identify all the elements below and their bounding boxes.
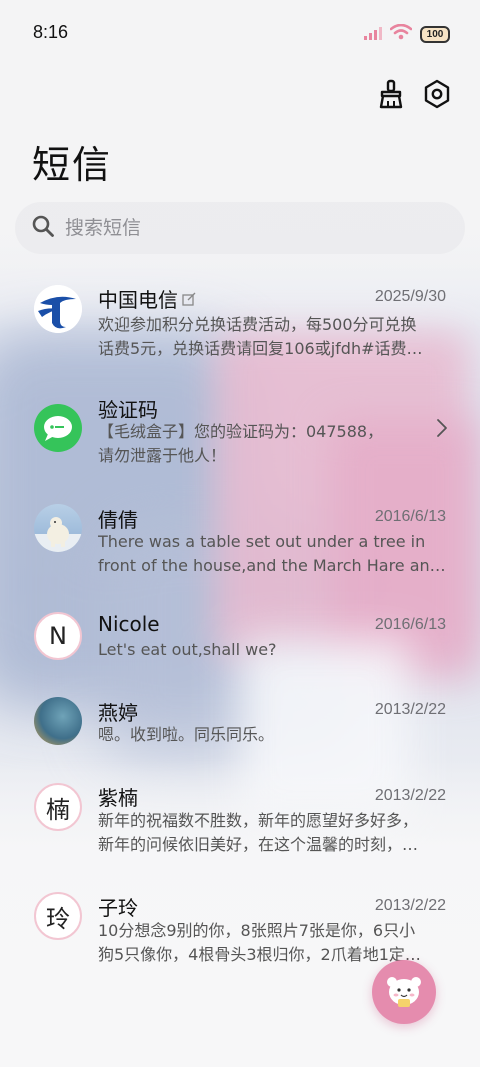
- settings-hex-icon[interactable]: [422, 78, 452, 110]
- status-time: 8:16: [33, 22, 69, 42]
- list-item[interactable]: 楠 紫楠 2013/2/22 新年的祝福数不胜数，新年的愿望好多好多， 新年的问…: [0, 782, 480, 878]
- sender-name: 验证码: [98, 398, 158, 422]
- list-item[interactable]: 验证码 【毛绒盒子】您的验证码为：047588， 请勿泄露于他人！: [0, 392, 480, 488]
- search-input[interactable]: [65, 217, 405, 239]
- status-icons: 100: [364, 22, 450, 46]
- sender-name: 子玲: [98, 896, 138, 920]
- list-item[interactable]: 倩倩 2016/6/13 There was a table set out u…: [0, 502, 480, 598]
- sender-name: 倩倩: [98, 508, 138, 532]
- message-date: 2013/2/22: [374, 787, 446, 804]
- edit-icon: [182, 287, 196, 311]
- sender-name: Nicole: [98, 612, 160, 636]
- page-title: 短信: [32, 143, 113, 187]
- list-item[interactable]: 燕婷 2013/2/22 嗯。收到啦。同乐同乐。: [0, 696, 480, 776]
- message-preview: 嗯。收到啦。同乐同乐。: [98, 725, 275, 744]
- message-preview: 10分想念9别的你，8张照片7张是你，6只小 狗5只像你，4根骨头3根归你，2爪…: [98, 921, 421, 964]
- top-actions: [376, 78, 452, 110]
- sender-name: 燕婷: [98, 701, 138, 725]
- sms-chat-icon: [34, 404, 82, 452]
- compose-fab-button[interactable]: [372, 960, 436, 1024]
- message-date: 2025/9/30: [374, 288, 446, 305]
- message-date: 2016/6/13: [374, 616, 446, 633]
- avatar: N: [34, 612, 82, 660]
- message-date: 2013/2/22: [374, 701, 446, 718]
- message-preview: 欢迎参加积分兑换话费活动，每500分可兑换 话费5元，兑换话费请回复106或jf…: [98, 315, 423, 358]
- wifi-icon: [389, 23, 413, 44]
- message-date: 2013/2/22: [374, 897, 446, 914]
- message-preview: Let's eat out,shall we?: [98, 640, 277, 659]
- photo-avatar: [34, 697, 82, 745]
- signal-icon: [364, 25, 382, 44]
- broom-icon[interactable]: [376, 78, 406, 110]
- battery-icon: 100: [420, 25, 450, 43]
- list-item[interactable]: 中国电信 2025/9/30 欢迎参加积分兑换话费活动，每500分可兑换 话费5…: [0, 282, 480, 378]
- avatar: 玲: [34, 892, 82, 940]
- status-bar: 8:16 100: [0, 0, 480, 68]
- message-preview: 【毛绒盒子】您的验证码为：047588， 请勿泄露于他人！: [98, 422, 384, 465]
- china-telecom-logo-icon: [34, 285, 82, 333]
- message-preview: There was a table set out under a tree i…: [98, 532, 446, 575]
- sender-name: 中国电信: [98, 284, 196, 313]
- message-date: 2016/6/13: [374, 508, 446, 525]
- list-item[interactable]: N Nicole 2016/6/13 Let's eat out,shall w…: [0, 612, 480, 692]
- polar-bear-avatar: [34, 504, 82, 552]
- chevron-right-icon[interactable]: [436, 418, 448, 442]
- search-icon: [31, 214, 55, 242]
- message-preview: 新年的祝福数不胜数，新年的愿望好多好多， 新年的问候依旧美好，在这个温馨的时刻，…: [98, 811, 419, 854]
- fab-mascot-icon: [382, 970, 426, 1014]
- sender-name: 紫楠: [98, 786, 138, 810]
- avatar: 楠: [34, 783, 82, 831]
- search-bar[interactable]: [15, 202, 465, 254]
